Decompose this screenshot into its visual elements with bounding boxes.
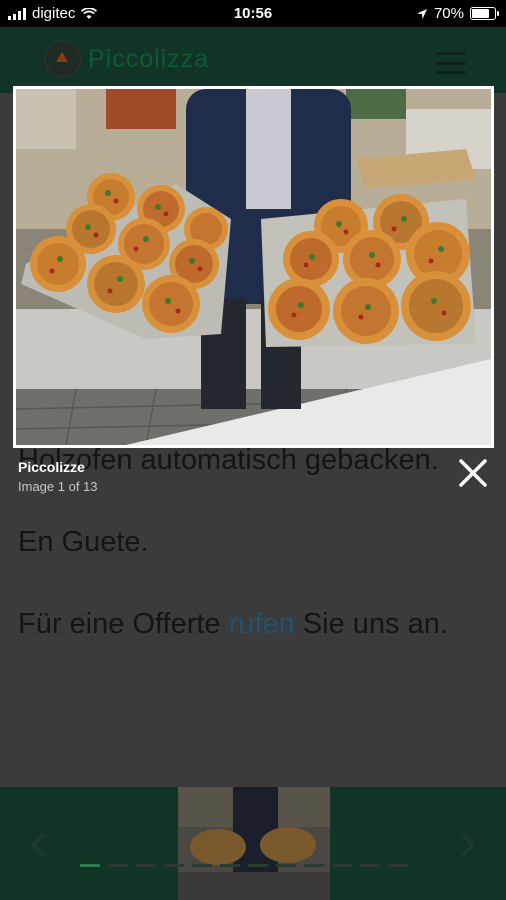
pagination-dot[interactable] (304, 864, 324, 867)
close-button[interactable] (456, 456, 490, 490)
pagination-dot[interactable] (192, 864, 212, 867)
gallery-pagination (80, 864, 408, 867)
close-icon (459, 459, 487, 487)
battery-icon (470, 7, 499, 20)
paragraph-offer: Für eine Offerte rufen Sie uns an. (18, 604, 488, 644)
status-right: 70% (416, 5, 499, 22)
pizza-photo (16, 89, 491, 445)
hamburger-icon[interactable] (436, 52, 466, 74)
logo-mark-icon (44, 40, 82, 78)
gallery-thumbnail[interactable] (178, 787, 330, 900)
lightbox-counter: Image 1 of 13 (18, 479, 98, 494)
logo-text: Piccolizza (88, 44, 210, 73)
pagination-dot[interactable] (220, 864, 240, 867)
pagination-dot[interactable] (136, 864, 156, 867)
chevron-left-icon (30, 832, 46, 858)
lightbox-title: Piccolizze (18, 459, 85, 475)
pagination-dot[interactable] (388, 864, 408, 867)
site-logo[interactable]: Piccolizza (44, 40, 209, 78)
pagination-dot[interactable] (80, 864, 100, 867)
page-content: Holzofen automatisch gebacken. En Guete.… (18, 440, 488, 686)
paragraph-en-guete: En Guete. (18, 526, 149, 558)
gallery-prev-button[interactable] (28, 830, 48, 860)
status-bar: digitec 10:56 70% (0, 0, 506, 27)
lightbox-image[interactable] (13, 86, 494, 448)
pagination-dot[interactable] (248, 864, 268, 867)
chevron-right-icon (460, 832, 476, 858)
thumbnail-photo (178, 787, 330, 900)
call-link[interactable]: rufen (229, 608, 295, 640)
battery-percent: 70% (433, 5, 464, 22)
pagination-dot[interactable] (360, 864, 380, 867)
offer-text-start: Für eine Offerte (18, 608, 229, 640)
gallery-next-button[interactable] (458, 830, 478, 860)
offer-text-end: Sie uns an. (294, 608, 448, 640)
pagination-dot[interactable] (164, 864, 184, 867)
pagination-dot[interactable] (276, 864, 296, 867)
pagination-dot[interactable] (108, 864, 128, 867)
location-arrow-icon (416, 8, 427, 19)
pagination-dot[interactable] (332, 864, 352, 867)
